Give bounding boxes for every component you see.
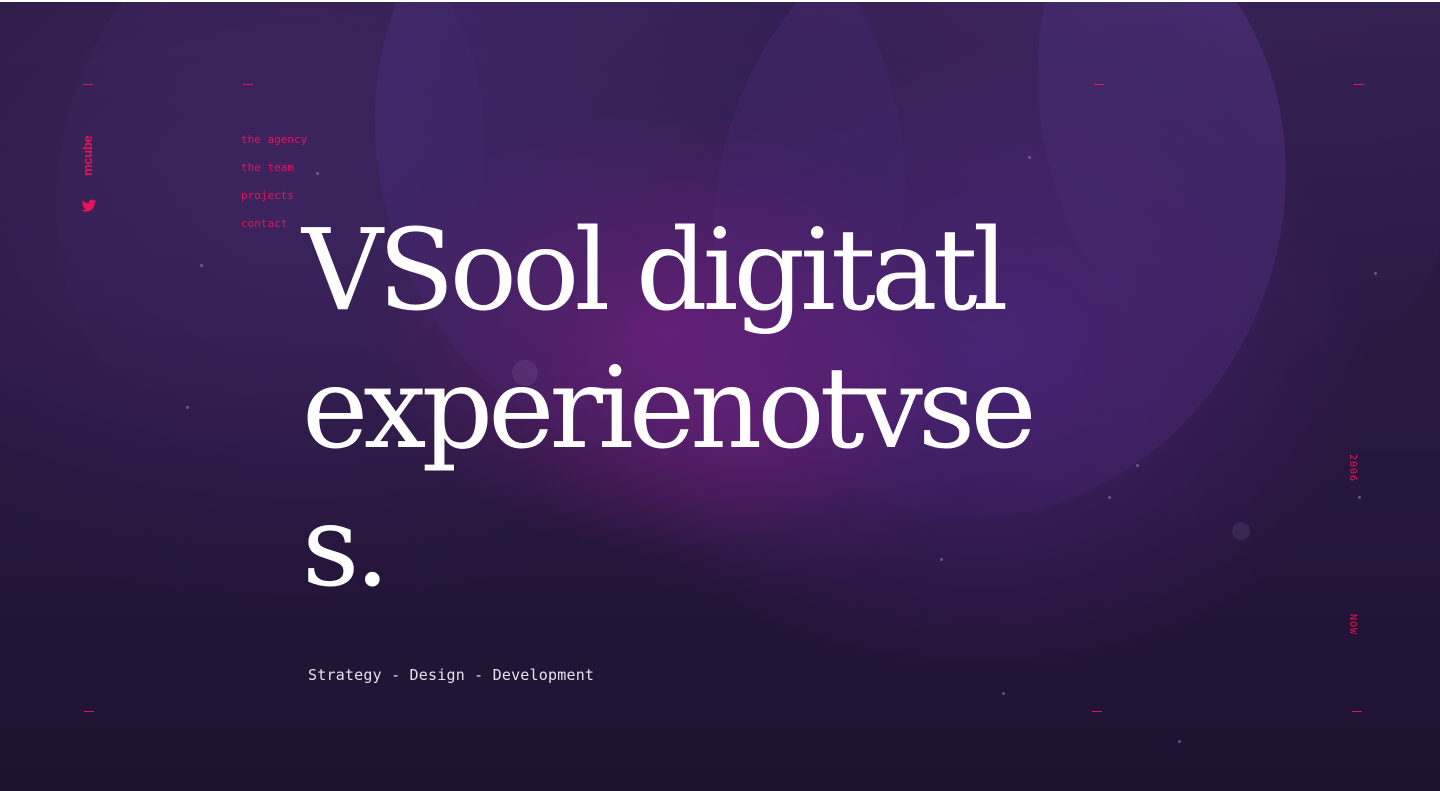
timeline-start-label: 2006 <box>1347 454 1358 483</box>
timeline-end-label: NOW <box>1347 614 1358 636</box>
background-particle <box>1178 740 1181 743</box>
background-particle <box>1028 156 1031 159</box>
frame-tick-mark <box>84 711 94 712</box>
frame-tick-mark <box>1092 711 1102 712</box>
page-root: mcube the agency the team projects conta… <box>0 0 1440 791</box>
hero-tagline: Strategy - Design - Development <box>308 666 595 684</box>
background-particle <box>200 264 203 267</box>
frame-tick-mark <box>83 84 93 85</box>
frame-tick-mark <box>1354 84 1364 85</box>
frame-tick-mark <box>1094 84 1104 85</box>
background-particle <box>1374 272 1377 275</box>
brand-logo[interactable]: mcube <box>80 132 98 178</box>
hero-headline-line: VSool digitatl <box>302 206 1009 336</box>
nav-item: the team <box>241 158 307 175</box>
nav-item: the agency <box>241 130 307 147</box>
main-nav: the agency the team projects contact <box>241 130 307 242</box>
nav-link-the-agency[interactable]: the agency <box>241 133 307 146</box>
frame-tick-mark <box>1352 711 1362 712</box>
hero-headline-line: s. <box>302 482 390 612</box>
nav-link-the-team[interactable]: the team <box>241 161 294 174</box>
nav-item: projects <box>241 186 307 203</box>
nav-link-projects[interactable]: projects <box>241 189 294 202</box>
nav-item: contact <box>241 214 307 231</box>
nav-link-contact[interactable]: contact <box>241 217 287 230</box>
hero-headline: VSool digitatl experienotvse s. <box>302 202 1162 616</box>
background-particle <box>1002 692 1005 695</box>
twitter-icon[interactable] <box>81 198 97 214</box>
frame-tick-mark <box>243 84 253 85</box>
twitter-bird-icon <box>81 199 97 212</box>
hero-headline-line: experienotvse <box>302 344 1037 474</box>
background-bubble <box>1232 522 1250 540</box>
brand-logo-text: mcube <box>80 135 95 176</box>
background-particle <box>1358 496 1361 499</box>
background-particle <box>186 406 189 409</box>
background-particle <box>316 172 319 175</box>
